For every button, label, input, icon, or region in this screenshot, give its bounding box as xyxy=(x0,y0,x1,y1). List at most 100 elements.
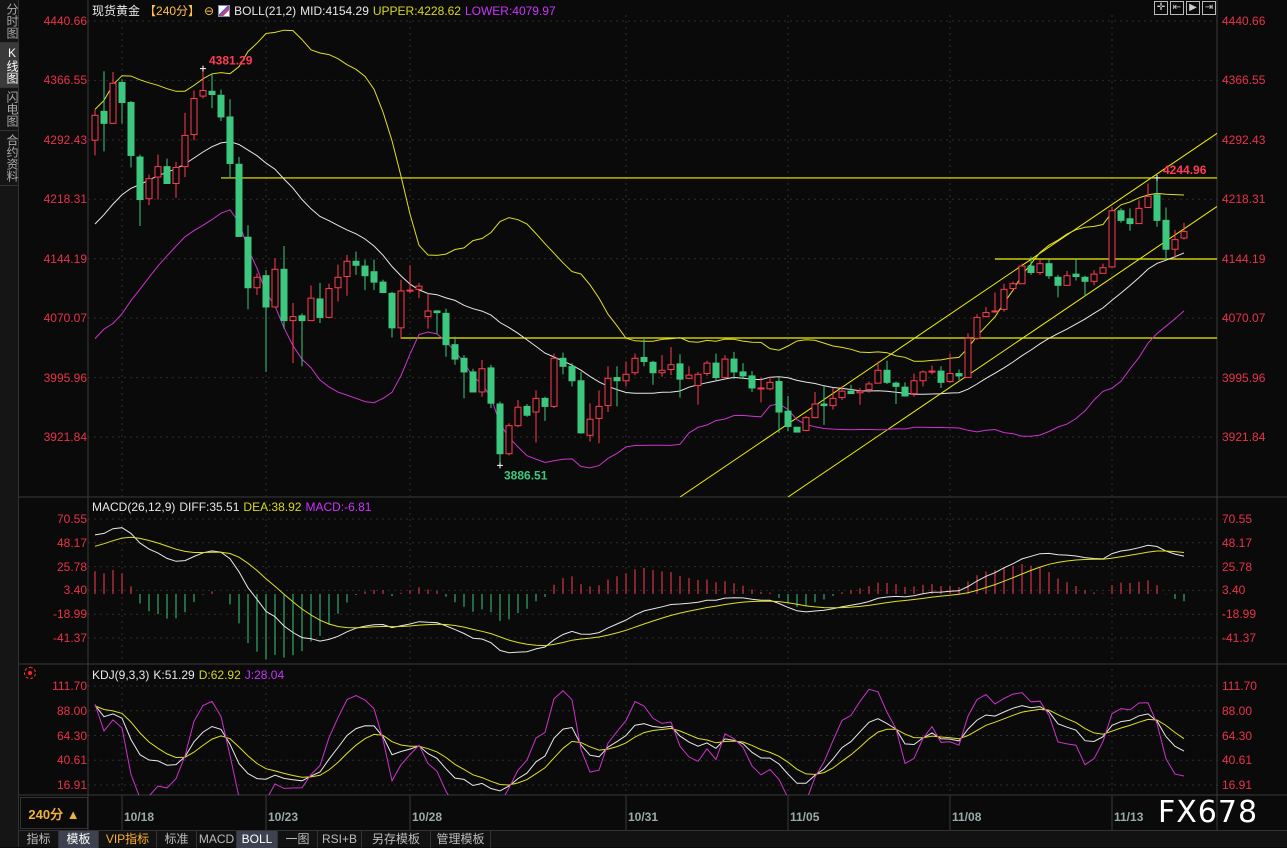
right-axis-label: 4292.43 xyxy=(1222,132,1266,147)
left-axis-label: 70.55 xyxy=(56,512,87,526)
zoom-left-icon[interactable]: ⇤ xyxy=(1170,1,1184,15)
toolbar-tab[interactable]: 管理模板 xyxy=(431,831,491,848)
candle-body xyxy=(451,344,459,360)
toolbar-tab[interactable]: MACD xyxy=(197,831,237,848)
right-axis-label: 25.78 xyxy=(1222,559,1253,574)
candle xyxy=(244,225,252,310)
candle-body xyxy=(100,110,108,124)
kdj-d-line xyxy=(94,705,1185,786)
toolbar-tab[interactable]: VIP指标 xyxy=(99,831,157,848)
candle-body xyxy=(694,373,702,387)
candle-body xyxy=(559,357,567,367)
chart-canvas[interactable]: 4381.29 3886.51 4244.96 xyxy=(0,0,1287,847)
toolbar-tab[interactable]: 指标 xyxy=(19,831,59,848)
boll-lower: LOWER:4079.97 xyxy=(464,3,556,18)
right-axis-label: 111.70 xyxy=(1222,679,1257,693)
right-axis-label: 3921.84 xyxy=(1222,430,1266,444)
candle-body xyxy=(1171,239,1179,250)
candle xyxy=(208,73,216,109)
candle-body xyxy=(181,134,189,168)
indicator-settings-icon[interactable] xyxy=(24,667,36,679)
right-axis-label: 4218.31 xyxy=(1222,192,1266,207)
candle-body xyxy=(982,312,990,318)
extreme-price-label: 4381.29 xyxy=(209,54,253,68)
toolbar-tab[interactable]: RSI+B xyxy=(318,831,362,848)
candle xyxy=(604,366,612,413)
candle-body xyxy=(928,370,936,373)
candle-body xyxy=(262,275,270,308)
candle xyxy=(226,99,234,179)
indicator-chart-icon[interactable] xyxy=(218,4,231,17)
toolbar-tab[interactable]: 标准 xyxy=(157,831,197,848)
candle xyxy=(262,270,270,372)
candle xyxy=(325,283,333,318)
candle-body xyxy=(739,371,747,377)
candle-body xyxy=(91,114,99,141)
candle-body xyxy=(1162,219,1170,250)
candle xyxy=(757,377,765,403)
right-axis-label: 64.30 xyxy=(1222,728,1253,743)
candle-body xyxy=(541,397,549,407)
candle-body xyxy=(784,410,792,427)
toolbar-tab[interactable]: 另存模板 xyxy=(362,831,431,848)
toolbar-tab[interactable]: 一图 xyxy=(278,831,318,848)
macd-dea: DEA:38.92 xyxy=(243,500,302,514)
macd-diff-line xyxy=(94,527,1185,654)
right-axis-label: 4366.55 xyxy=(1222,73,1266,88)
crosshair-icon[interactable]: ✛ xyxy=(1154,1,1168,15)
candle-body xyxy=(631,357,639,374)
candle xyxy=(811,391,819,419)
right-axis-label: 88.00 xyxy=(1222,703,1253,718)
candle xyxy=(109,72,117,124)
candle xyxy=(1099,263,1107,274)
candle-body xyxy=(838,390,846,399)
macd-name: MACD(26,12,9) xyxy=(92,500,176,514)
candle-body xyxy=(865,383,873,391)
candle xyxy=(1135,200,1143,225)
candle xyxy=(919,370,927,387)
candle xyxy=(460,355,468,399)
extreme-marker xyxy=(497,462,503,469)
boll-mid: MID:4154.29 xyxy=(300,3,369,18)
candle-body xyxy=(154,166,162,178)
kdj-j-line xyxy=(94,688,1185,795)
candle xyxy=(424,293,432,329)
candle-body xyxy=(757,387,765,390)
candle xyxy=(649,360,657,385)
candle-body xyxy=(352,260,360,266)
candle-body xyxy=(424,310,432,318)
toolbar-tab[interactable]: BOLL xyxy=(237,831,278,848)
zoom-toggle-icon[interactable]: ⊖ xyxy=(204,4,214,18)
left-axis-label: 88.00 xyxy=(56,703,87,718)
candle xyxy=(532,390,540,443)
candle-body xyxy=(163,166,171,184)
candle-body xyxy=(847,390,855,395)
candle-body xyxy=(379,281,387,294)
channel-trendline xyxy=(679,132,1217,497)
candle-body xyxy=(622,373,630,382)
candle xyxy=(172,161,180,198)
candle xyxy=(145,174,153,206)
channel-trendline xyxy=(787,205,1217,497)
period-selector-button[interactable]: 240分 ▲ xyxy=(20,797,88,829)
move-right-icon[interactable]: ⇥ xyxy=(1202,1,1216,15)
date-label: 11/08 xyxy=(952,810,982,824)
candle xyxy=(712,353,720,380)
toolbar-tab[interactable]: 模板 xyxy=(59,831,99,848)
right-axis-label: 40.61 xyxy=(1222,753,1253,768)
candle xyxy=(937,366,945,388)
candle-body xyxy=(1009,283,1017,290)
play-right-icon[interactable]: ▶ xyxy=(1186,1,1200,15)
kdj-header: KDJ(9,3,3) K:51.29 D:62.92 J:28.04 xyxy=(92,668,284,682)
candle-body xyxy=(361,265,369,277)
right-axis-label: 4070.07 xyxy=(1222,311,1266,326)
left-axis-label: 3921.84 xyxy=(43,430,87,444)
candle xyxy=(487,364,495,409)
candle xyxy=(883,360,891,384)
candle xyxy=(271,258,279,308)
candle-body xyxy=(712,362,720,379)
candle-body xyxy=(388,292,396,329)
candle xyxy=(1045,259,1053,279)
right-axis-label: 3995.96 xyxy=(1222,370,1266,385)
candle-body xyxy=(1018,265,1026,285)
